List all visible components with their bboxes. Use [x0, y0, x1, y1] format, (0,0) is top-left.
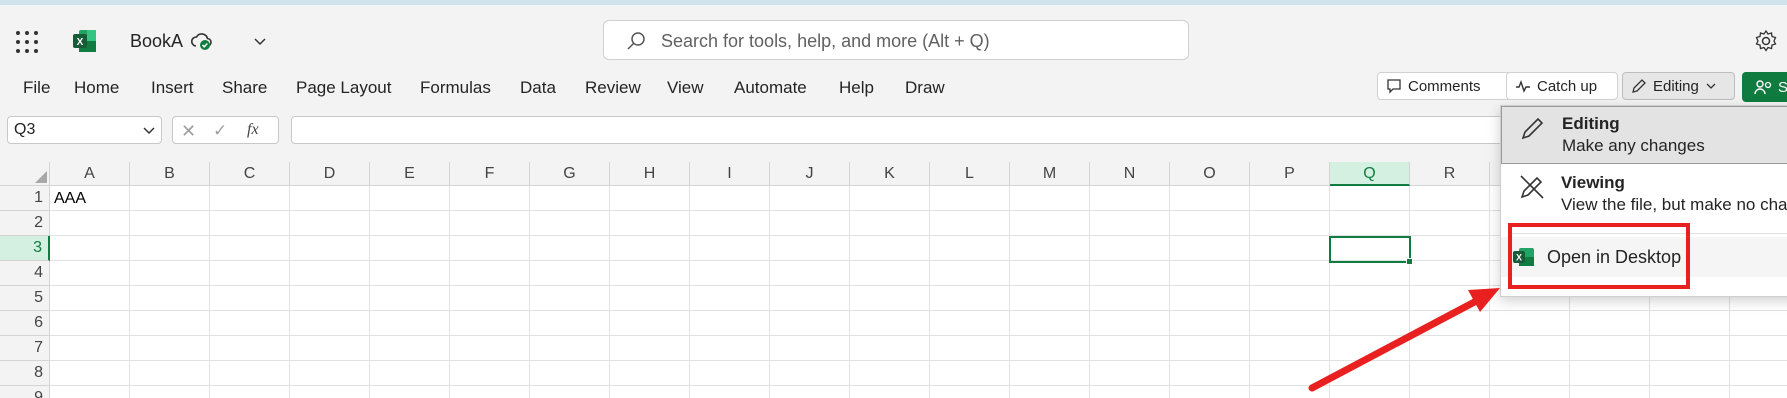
column-header-f[interactable]: F [450, 162, 530, 186]
app-launcher-icon[interactable] [16, 31, 38, 53]
column-header-p[interactable]: P [1250, 162, 1330, 186]
selected-cell-q3[interactable] [1329, 236, 1413, 265]
column-header-q[interactable]: Q [1330, 162, 1410, 186]
chevron-down-icon [143, 127, 155, 135]
column-header-a[interactable]: A [50, 162, 130, 186]
cell-a1[interactable]: AAA [54, 190, 86, 208]
people-icon [1754, 80, 1772, 95]
mode-option-viewing[interactable]: Viewing View the file, but make no chang… [1501, 166, 1787, 226]
editing-description: Make any changes [1562, 136, 1705, 155]
catch-up-label: Catch up [1537, 77, 1598, 95]
row-header-6[interactable]: 6 [0, 311, 50, 336]
tab-formulas[interactable]: Formulas [420, 78, 491, 98]
document-title[interactable]: BookA [130, 31, 183, 52]
comment-icon [1387, 79, 1401, 94]
tab-review[interactable]: Review [585, 78, 641, 98]
column-header-o[interactable]: O [1170, 162, 1250, 186]
pulse-icon [1516, 79, 1530, 93]
title-bar: X BookA [0, 5, 1787, 70]
row-header-1[interactable]: 1 [0, 186, 50, 211]
name-box[interactable]: Q3 [7, 116, 162, 144]
chevron-down-icon[interactable] [252, 33, 268, 49]
cloud-saved-icon[interactable] [190, 31, 214, 51]
editing-title: Editing [1562, 114, 1620, 133]
column-header-i[interactable]: I [690, 162, 770, 186]
tab-insert[interactable]: Insert [151, 78, 194, 98]
search-box[interactable] [603, 20, 1189, 60]
comments-label: Comments [1408, 77, 1481, 95]
tab-automate[interactable]: Automate [734, 78, 807, 98]
column-header-j[interactable]: J [770, 162, 850, 186]
column-header-r[interactable]: R [1410, 162, 1490, 186]
svg-text:X: X [77, 37, 84, 48]
tab-share[interactable]: Share [222, 78, 267, 98]
row-header-5[interactable]: 5 [0, 286, 50, 311]
share-label: S [1778, 78, 1787, 96]
column-header-e[interactable]: E [370, 162, 450, 186]
chevron-down-icon [1706, 83, 1716, 89]
pencil-icon [1521, 117, 1544, 140]
row-header-3[interactable]: 3 [0, 236, 50, 261]
formula-input[interactable] [291, 116, 1511, 144]
search-input[interactable] [659, 29, 1163, 53]
tab-file[interactable]: File [23, 78, 50, 98]
tab-home[interactable]: Home [74, 78, 119, 98]
tab-draw[interactable]: Draw [905, 78, 945, 98]
column-header-c[interactable]: C [210, 162, 290, 186]
search-icon [627, 32, 645, 50]
row-header-8[interactable]: 8 [0, 361, 50, 386]
pencil-icon [1632, 79, 1646, 93]
viewing-title: Viewing [1561, 173, 1625, 192]
viewing-description: View the file, but make no changes [1561, 195, 1787, 214]
column-header-b[interactable]: B [130, 162, 210, 186]
cancel-icon[interactable]: ✕ [181, 121, 196, 142]
tab-data[interactable]: Data [520, 78, 556, 98]
column-header-m[interactable]: M [1010, 162, 1090, 186]
ribbon-tabs: File Home Insert Share Page Layout Formu… [0, 70, 1787, 110]
row-header-7[interactable]: 7 [0, 336, 50, 361]
column-header-g[interactable]: G [530, 162, 610, 186]
row-header-9[interactable]: 9 [0, 386, 50, 398]
column-header-n[interactable]: N [1090, 162, 1170, 186]
mode-option-editing[interactable]: Editing Make any changes [1501, 106, 1787, 164]
enter-icon[interactable]: ✓ [213, 121, 227, 141]
editing-label: Editing [1653, 77, 1699, 95]
pencil-off-icon [1520, 175, 1544, 199]
row-header-4[interactable]: 4 [0, 261, 50, 286]
share-button[interactable]: S [1742, 72, 1787, 102]
select-all-button[interactable] [0, 162, 50, 186]
name-box-value: Q3 [14, 121, 36, 138]
row-header-2[interactable]: 2 [0, 211, 50, 236]
column-header-k[interactable]: K [850, 162, 930, 186]
insert-function-button[interactable]: fx [247, 121, 259, 139]
column-header-d[interactable]: D [290, 162, 370, 186]
tab-view[interactable]: View [667, 78, 704, 98]
gear-icon[interactable] [1754, 29, 1778, 53]
annotation-highlight-box [1508, 223, 1690, 289]
tab-help[interactable]: Help [839, 78, 874, 98]
catch-up-button[interactable]: Catch up [1506, 72, 1618, 100]
excel-logo-icon: X [73, 30, 96, 52]
formula-actions: ✕ ✓ fx [172, 116, 279, 144]
column-header-l[interactable]: L [930, 162, 1010, 186]
select-all-triangle-icon [35, 171, 47, 183]
tab-page-layout[interactable]: Page Layout [296, 78, 391, 98]
column-header-h[interactable]: H [610, 162, 690, 186]
editing-mode-button[interactable]: Editing [1622, 72, 1735, 100]
